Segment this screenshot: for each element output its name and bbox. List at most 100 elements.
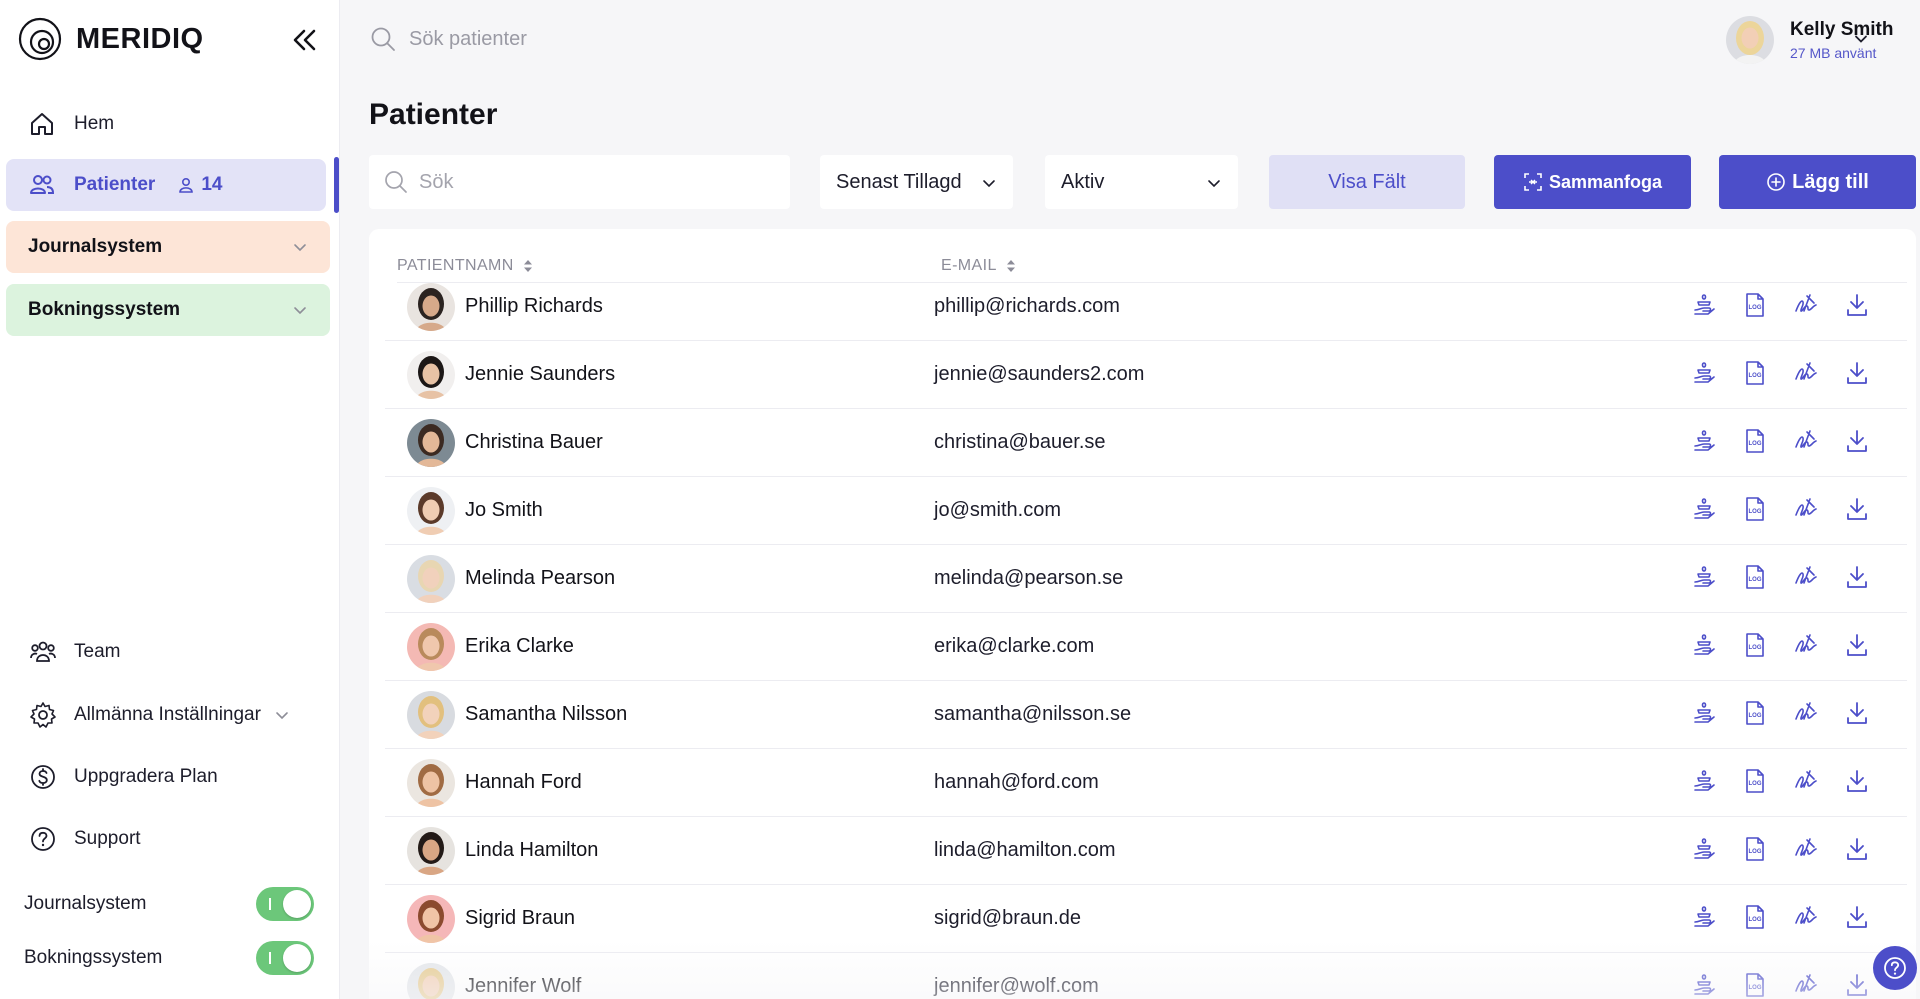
signature-icon[interactable]	[1792, 631, 1820, 659]
nav-group-bokningssystem[interactable]: Bokningssystem	[6, 284, 330, 336]
global-search-input[interactable]: Sök patienter	[369, 24, 869, 54]
signature-icon[interactable]	[1792, 563, 1820, 591]
table-row[interactable]: Hannah Ford hannah@ford.com LOG	[385, 749, 1907, 817]
consent-icon[interactable]	[1690, 971, 1718, 999]
download-icon[interactable]	[1843, 767, 1871, 795]
bokningssystem-toggle[interactable]	[256, 941, 314, 975]
consent-icon[interactable]	[1690, 835, 1718, 863]
log-icon[interactable]: LOG	[1741, 291, 1769, 319]
patient-name[interactable]: Erika Clarke	[465, 635, 574, 658]
patient-name[interactable]: Jennie Saunders	[465, 363, 615, 386]
signature-icon[interactable]	[1792, 359, 1820, 387]
consent-icon[interactable]	[1690, 767, 1718, 795]
help-button[interactable]	[1873, 946, 1917, 990]
collapse-sidebar-icon[interactable]	[288, 24, 320, 56]
patient-name[interactable]: Christina Bauer	[465, 431, 603, 454]
nav-general-settings[interactable]: Allmänna Inställningar	[6, 690, 326, 740]
download-icon[interactable]	[1843, 563, 1871, 591]
table-row[interactable]: Jennifer Wolf jennifer@wolf.com LOG	[385, 953, 1907, 999]
toggle-knob	[283, 944, 311, 972]
signature-icon[interactable]	[1792, 699, 1820, 727]
patient-name[interactable]: Linda Hamilton	[465, 839, 598, 862]
download-icon[interactable]	[1843, 903, 1871, 931]
log-icon[interactable]: LOG	[1741, 563, 1769, 591]
patient-search-input[interactable]: Sök	[369, 155, 790, 209]
patient-name[interactable]: Samantha Nilsson	[465, 703, 627, 726]
row-actions: LOG	[1690, 767, 1871, 795]
patient-email: hannah@ford.com	[934, 771, 1099, 793]
download-icon[interactable]	[1843, 631, 1871, 659]
signature-icon[interactable]	[1792, 971, 1820, 999]
nav-upgrade-plan[interactable]: Uppgradera Plan	[6, 752, 326, 802]
consent-icon[interactable]	[1690, 291, 1718, 319]
nav-team[interactable]: Team	[6, 627, 326, 677]
patient-name[interactable]: Hannah Ford	[465, 771, 582, 794]
log-icon[interactable]: LOG	[1741, 767, 1769, 795]
table-row[interactable]: Phillip Richards phillip@richards.com LOG	[385, 273, 1907, 341]
avatar	[407, 283, 455, 331]
table-row[interactable]: Jennie Saunders jennie@saunders2.com LOG	[385, 341, 1907, 409]
patient-name[interactable]: Sigrid Braun	[465, 907, 575, 930]
download-icon[interactable]	[1843, 495, 1871, 523]
toggle-knob	[283, 890, 311, 918]
signature-icon[interactable]	[1792, 767, 1820, 795]
user-menu[interactable]: Kelly Smith 27 MB använt	[1726, 14, 1893, 66]
chevron-down-icon[interactable]	[1854, 32, 1868, 46]
journalsystem-toggle[interactable]	[256, 887, 314, 921]
show-fields-button[interactable]: Visa Fält	[1269, 155, 1465, 209]
add-patient-button[interactable]: Lägg till	[1719, 155, 1916, 209]
user-info: Kelly Smith 27 MB använt	[1790, 19, 1893, 61]
signature-icon[interactable]	[1792, 291, 1820, 319]
home-icon	[31, 113, 53, 135]
download-icon[interactable]	[1843, 699, 1871, 727]
consent-icon[interactable]	[1690, 563, 1718, 591]
patient-name[interactable]: Jennifer Wolf	[465, 975, 581, 998]
log-icon[interactable]: LOG	[1741, 631, 1769, 659]
row-actions: LOG	[1690, 971, 1871, 999]
patient-name[interactable]: Jo Smith	[465, 499, 543, 522]
download-icon[interactable]	[1843, 291, 1871, 319]
consent-icon[interactable]	[1690, 427, 1718, 455]
download-icon[interactable]	[1843, 971, 1871, 999]
consent-icon[interactable]	[1690, 359, 1718, 387]
merge-button[interactable]: Sammanfoga	[1494, 155, 1691, 209]
consent-icon[interactable]	[1690, 495, 1718, 523]
brand[interactable]: MERIDIQ	[18, 16, 204, 62]
nav-support[interactable]: Support	[6, 814, 326, 864]
log-icon[interactable]: LOG	[1741, 699, 1769, 727]
consent-icon[interactable]	[1690, 631, 1718, 659]
table-row[interactable]: Jo Smith jo@smith.com LOG	[385, 477, 1907, 545]
storage-usage: 27 MB använt	[1790, 45, 1877, 61]
patient-name[interactable]: Melinda Pearson	[465, 567, 615, 590]
download-icon[interactable]	[1843, 427, 1871, 455]
signature-icon[interactable]	[1792, 835, 1820, 863]
avatar	[407, 691, 455, 739]
log-icon[interactable]: LOG	[1741, 427, 1769, 455]
table-row[interactable]: Erika Clarke erika@clarke.com LOG	[385, 613, 1907, 681]
nav-group-journalsystem[interactable]: Journalsystem	[6, 221, 330, 273]
nav-patients[interactable]: Patienter 14	[6, 159, 326, 211]
log-icon[interactable]: LOG	[1741, 971, 1769, 999]
sort-select[interactable]: Senast Tillagd	[820, 155, 1013, 209]
download-icon[interactable]	[1843, 835, 1871, 863]
patient-email: erika@clarke.com	[934, 635, 1095, 657]
avatar	[407, 963, 455, 999]
signature-icon[interactable]	[1792, 903, 1820, 931]
nav-home[interactable]: Hem	[6, 98, 326, 150]
table-row[interactable]: Linda Hamilton linda@hamilton.com LOG	[385, 817, 1907, 885]
consent-icon[interactable]	[1690, 903, 1718, 931]
consent-icon[interactable]	[1690, 699, 1718, 727]
log-icon[interactable]: LOG	[1741, 359, 1769, 387]
download-icon[interactable]	[1843, 359, 1871, 387]
table-row[interactable]: Christina Bauer christina@bauer.se LOG	[385, 409, 1907, 477]
table-row[interactable]: Sigrid Braun sigrid@braun.de LOG	[385, 885, 1907, 953]
status-select[interactable]: Aktiv	[1045, 155, 1238, 209]
log-icon[interactable]: LOG	[1741, 835, 1769, 863]
log-icon[interactable]: LOG	[1741, 903, 1769, 931]
signature-icon[interactable]	[1792, 427, 1820, 455]
table-row[interactable]: Melinda Pearson melinda@pearson.se LOG	[385, 545, 1907, 613]
patient-name[interactable]: Phillip Richards	[465, 295, 603, 318]
table-row[interactable]: Samantha Nilsson samantha@nilsson.se LOG	[385, 681, 1907, 749]
signature-icon[interactable]	[1792, 495, 1820, 523]
log-icon[interactable]: LOG	[1741, 495, 1769, 523]
